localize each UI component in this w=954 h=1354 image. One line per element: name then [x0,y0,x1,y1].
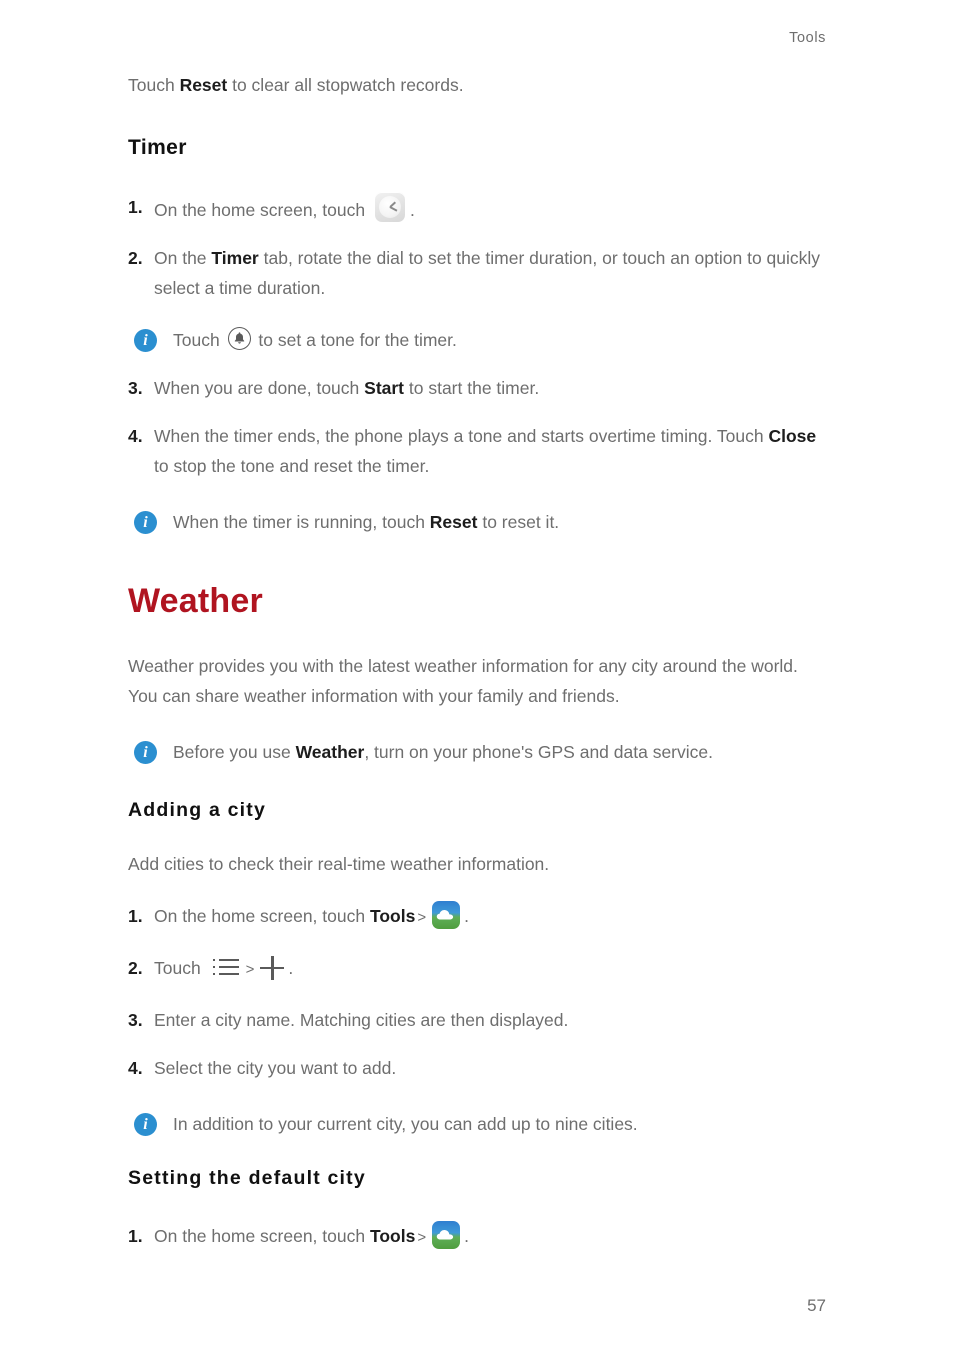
intro-text-before: Touch [128,75,180,95]
timer-step-1-period: . [409,200,415,220]
running-head: Tools [789,30,826,46]
info-icon [134,511,157,534]
timer-step-2-bold-tab: Timer [211,248,259,268]
plus-icon[interactable] [260,956,285,980]
timer-step-2-number: 2. [128,248,143,268]
default-city-step-1-number: 1. [128,1226,143,1246]
note-reset-text-after: to reset it. [477,512,560,532]
document-page: Tools Touch Reset to clear all stopwatch… [0,0,954,1354]
intro-bold-reset: Reset [179,75,228,95]
timer-step-3-text-after: to start the timer. [404,378,540,398]
note-gps-text-before: Before you use [173,742,296,762]
adding-city-step-4: 4. Select the city you want to add. [128,1053,828,1083]
adding-a-city-intro: Add cities to check their real-time weat… [128,854,550,874]
timer-step-3-bold-start: Start [364,378,405,398]
adding-city-step-3-number: 3. [128,1010,143,1030]
adding-city-step-3: 3. Enter a city name. Matching cities are… [128,1005,828,1035]
note-tone-text-before: Touch [173,330,225,350]
default-city-step-1-period: . [464,1226,469,1246]
info-icon [134,329,157,352]
adding-city-step-4-number: 4. [128,1058,143,1078]
adding-city-step-1-text: On the home screen, touch [154,906,370,926]
timer-step-4: 4. When the timer ends, the phone plays a… [128,421,828,481]
timer-step-2: 2. On the Timer tab, rotate the dial to s… [128,243,828,303]
adding-city-step-1: 1. On the home screen, touch Tools >. [128,901,828,933]
timer-step-4-text-before: When the timer ends, the phone plays a t… [154,426,769,446]
default-city-step-1: 1. On the home screen, touch Tools >. [128,1221,828,1253]
note-tone-text-after: to set a tone for the timer. [253,330,457,350]
page-number: 57 [807,1296,826,1315]
adding-city-step-2-number: 2. [128,958,143,978]
info-icon [134,1113,157,1136]
timer-step-3-number: 3. [128,378,143,398]
heading-timer: Timer [128,136,187,159]
clock-app-icon[interactable] [374,192,405,222]
heading-adding-a-city: Adding a city [128,799,267,821]
list-bullet-3 [212,973,216,976]
stopwatch-reset-paragraph: Touch Reset to clear all stopwatch recor… [128,70,828,100]
note-nine-cities-text: In addition to your current city, you ca… [173,1114,638,1134]
note-weather-gps: Before you use Weather, turn on your pho… [128,737,828,767]
heading-setting-default-city: Setting the default city [128,1167,366,1189]
adding-city-step-2: 2. Touch >. [128,953,828,985]
weather-app-icon[interactable] [432,1221,461,1249]
note-nine-cities: In addition to your current city, you ca… [128,1109,828,1139]
timer-step-4-number: 4. [128,426,143,446]
timer-step-3: 3. When you are done, touch Start to star… [128,373,828,403]
timer-step-3-text-before: When you are done, touch [154,378,365,398]
timer-step-4-text-after: to stop the tone and reset the timer. [154,456,430,476]
timer-step-1-number: 1. [128,197,143,217]
note-reset-text-before: When the timer is running, touch [173,512,430,532]
note-timer-reset: When the timer is running, touch Reset t… [128,507,828,537]
list-bar-2 [218,966,239,969]
adding-city-step-1-period: . [464,906,469,926]
timer-step-1-text: On the home screen, touch [154,200,370,220]
info-icon [134,741,157,764]
adding-city-step-1-number: 1. [128,906,143,926]
adding-city-step-3-text: Enter a city name. Matching cities are t… [154,1010,569,1030]
bell-icon[interactable] [227,327,251,350]
adding-city-step-4-text: Select the city you want to add. [154,1058,397,1078]
intro-text-after: to clear all stopwatch records. [227,75,464,95]
timer-step-1: 1. On the home screen, touch . [128,192,828,225]
list-bullet-1 [212,959,216,962]
weather-app-icon[interactable] [432,901,461,929]
page-content: Touch Reset to clear all stopwatch recor… [128,70,828,1253]
note-reset-bold: Reset [429,512,478,532]
adding-city-step-2-text: Touch [154,958,206,978]
timer-step-2-text-before: On the [154,248,212,268]
weather-intro-paragraph: Weather provides you with the latest wea… [128,656,798,706]
timer-step-4-bold-close: Close [768,426,817,446]
chevron-separator: > [417,1229,427,1246]
adding-city-step-2-period: . [288,958,294,978]
note-gps-bold-weather: Weather [295,742,365,762]
note-gps-text-after: , turn on your phone's GPS and data serv… [364,742,713,762]
list-bar-3 [218,973,239,976]
section-title-weather: Weather [128,582,263,620]
list-icon[interactable] [212,958,239,977]
note-set-tone: Touch to set a tone for the timer. [128,325,828,355]
list-bullet-2 [212,966,216,969]
list-bar-1 [218,959,239,962]
chevron-separator: > [417,909,427,926]
default-city-step-1-text: On the home screen, touch [154,1226,370,1246]
default-city-step-1-bold-tools: Tools [369,1226,416,1246]
adding-city-step-1-bold-tools: Tools [369,906,416,926]
chevron-separator: > [245,961,255,978]
